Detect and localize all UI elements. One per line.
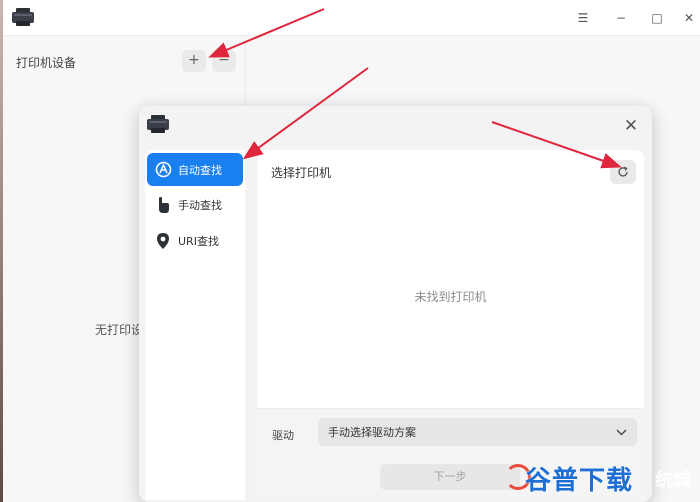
no-printer-text: 无打印设 xyxy=(95,323,144,337)
empty-printer-list-text: 未找到打印机 xyxy=(414,290,487,304)
nav-item-manual-search[interactable]: 手动查找 xyxy=(147,188,243,221)
nav-item-label: URI查找 xyxy=(178,234,219,248)
nav-item-label: 自动查找 xyxy=(178,163,222,177)
sidebar-title: 打印机设备 xyxy=(16,56,77,70)
add-printer-button[interactable]: + xyxy=(182,50,206,72)
nav-item-label: 手动查找 xyxy=(178,198,222,212)
dialog-titlebar: ✕ xyxy=(139,106,652,146)
location-pin-icon xyxy=(154,232,172,250)
close-button[interactable]: ✕ xyxy=(679,8,699,28)
refresh-icon xyxy=(618,166,628,177)
nav-item-uri-search[interactable]: URI查找 xyxy=(147,224,243,257)
search-method-nav: 自动查找 手动查找 URI查找 xyxy=(145,150,245,500)
watermark-text: 谷普下载 xyxy=(525,466,634,496)
chevron-down-icon xyxy=(616,429,627,435)
add-printer-dialog: ✕ 自动查找 手动查找 URI查找 选择打印机 未找到打印机 驱动 手动选择驱动… xyxy=(139,106,652,502)
dialog-close-button[interactable]: ✕ xyxy=(620,115,642,137)
auto-search-icon xyxy=(154,161,172,179)
printer-app-icon xyxy=(147,115,169,133)
driver-label: 驱动 xyxy=(272,429,294,442)
nav-item-auto-search[interactable]: 自动查找 xyxy=(147,153,243,186)
printer-list-panel: 选择打印机 未找到打印机 驱动 手动选择驱动方案 下一步 xyxy=(257,150,644,500)
hand-pointer-icon xyxy=(154,196,172,214)
printer-app-icon xyxy=(12,8,34,26)
minimize-button[interactable]: − xyxy=(611,8,631,28)
watermark-tail: 统城 xyxy=(655,470,691,491)
driver-select[interactable]: 手动选择驱动方案 xyxy=(318,418,637,446)
refresh-button[interactable] xyxy=(610,160,636,184)
maximize-button[interactable]: □ xyxy=(647,8,667,28)
driver-select-value: 手动选择驱动方案 xyxy=(328,426,416,439)
main-titlebar: ☰ − □ ✕ xyxy=(3,0,700,36)
select-printer-title: 选择打印机 xyxy=(271,166,332,180)
remove-printer-button[interactable]: − xyxy=(212,50,236,72)
watermark: 谷普下载 统城 xyxy=(505,454,700,502)
menu-icon[interactable]: ☰ xyxy=(573,8,593,28)
next-button[interactable]: 下一步 xyxy=(380,464,520,490)
